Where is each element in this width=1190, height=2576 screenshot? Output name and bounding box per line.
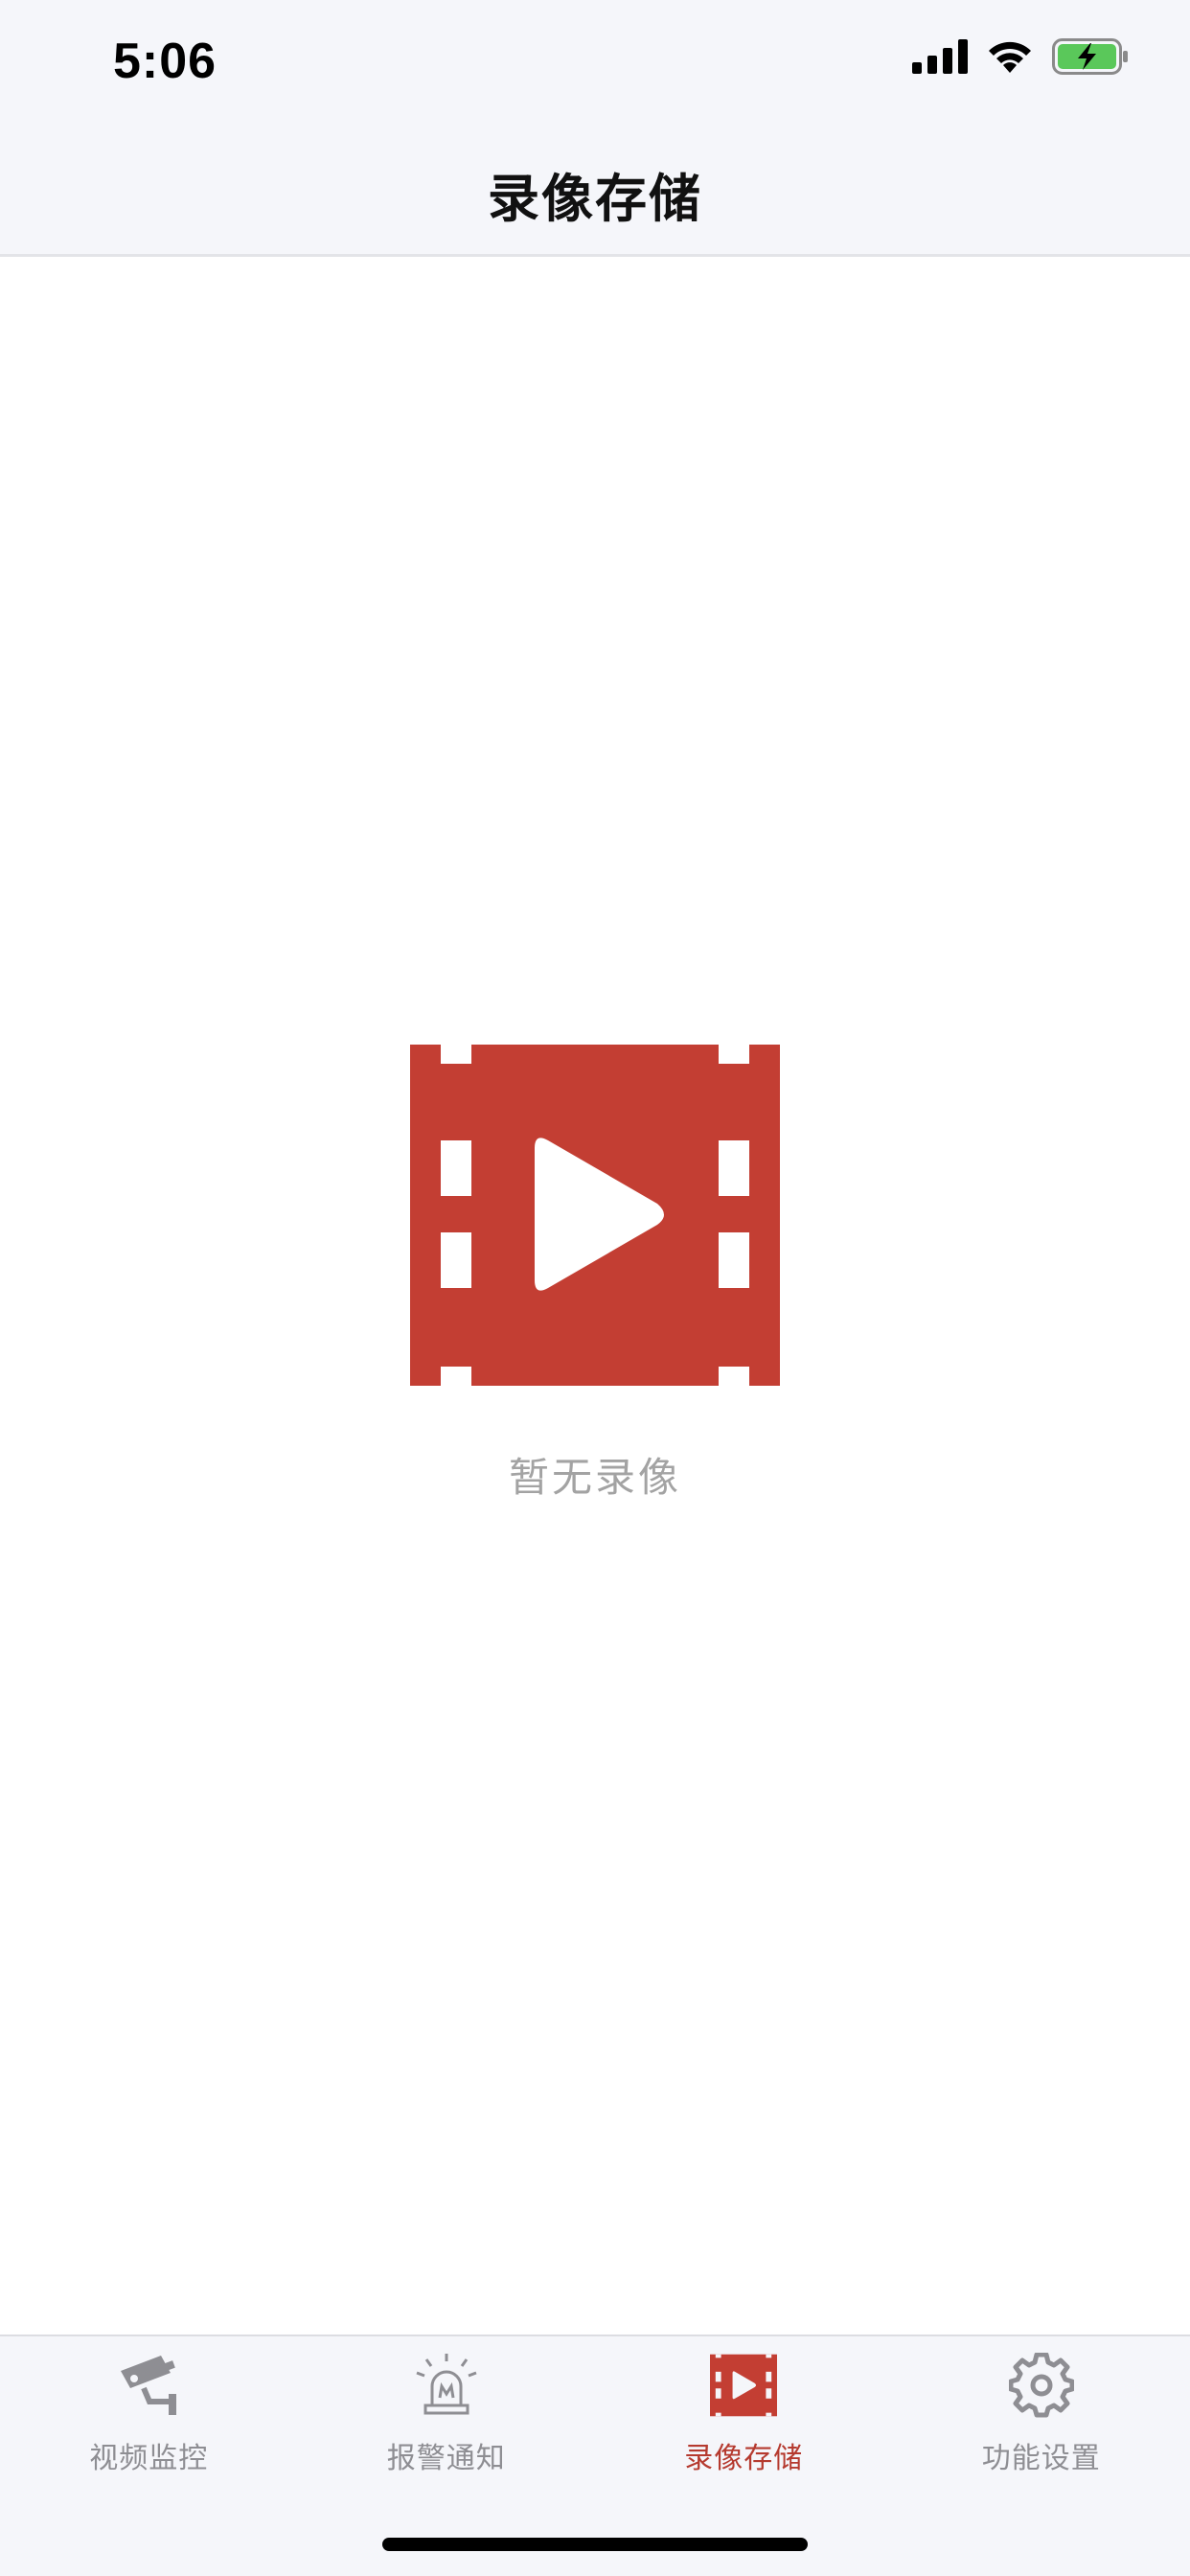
tab-video-monitor[interactable]: 视频监控 xyxy=(0,2336,298,2499)
battery-charging-icon xyxy=(1052,38,1129,79)
tab-alarm-notice[interactable]: 报警通知 xyxy=(298,2336,596,2499)
page-title: 录像存储 xyxy=(488,169,702,229)
empty-message: 暂无录像 xyxy=(508,1454,681,1501)
status-icons xyxy=(912,38,1129,79)
cellular-signal-icon xyxy=(912,39,968,78)
tab-recording-storage[interactable]: 录像存储 xyxy=(595,2336,893,2499)
tab-settings[interactable]: 功能设置 xyxy=(893,2336,1190,2499)
tab-bar: 视频监控 报警通知 录像存储 功能设置 xyxy=(0,2334,1190,2576)
navigation-bar: 录像存储 xyxy=(0,134,1190,257)
wifi-icon xyxy=(985,38,1035,79)
alarm-siren-icon xyxy=(411,2350,482,2421)
status-bar: 5:06 xyxy=(0,0,1190,134)
tab-label: 视频监控 xyxy=(89,2442,209,2475)
tab-label: 录像存储 xyxy=(684,2442,804,2475)
screen: 5:06 录像存储 暂无录像 视频监控 报警通知 录像存储 功能设置 xyxy=(0,0,1190,2576)
status-time: 5:06 xyxy=(113,34,217,89)
tab-label: 功能设置 xyxy=(981,2442,1101,2475)
home-indicator[interactable] xyxy=(382,2538,808,2551)
video-film-icon xyxy=(410,1045,780,1386)
video-film-icon xyxy=(708,2350,779,2421)
gear-icon xyxy=(1006,2350,1077,2421)
empty-state: 暂无录像 xyxy=(0,1045,1190,1504)
tab-label: 报警通知 xyxy=(386,2442,506,2475)
security-camera-icon xyxy=(113,2350,184,2421)
